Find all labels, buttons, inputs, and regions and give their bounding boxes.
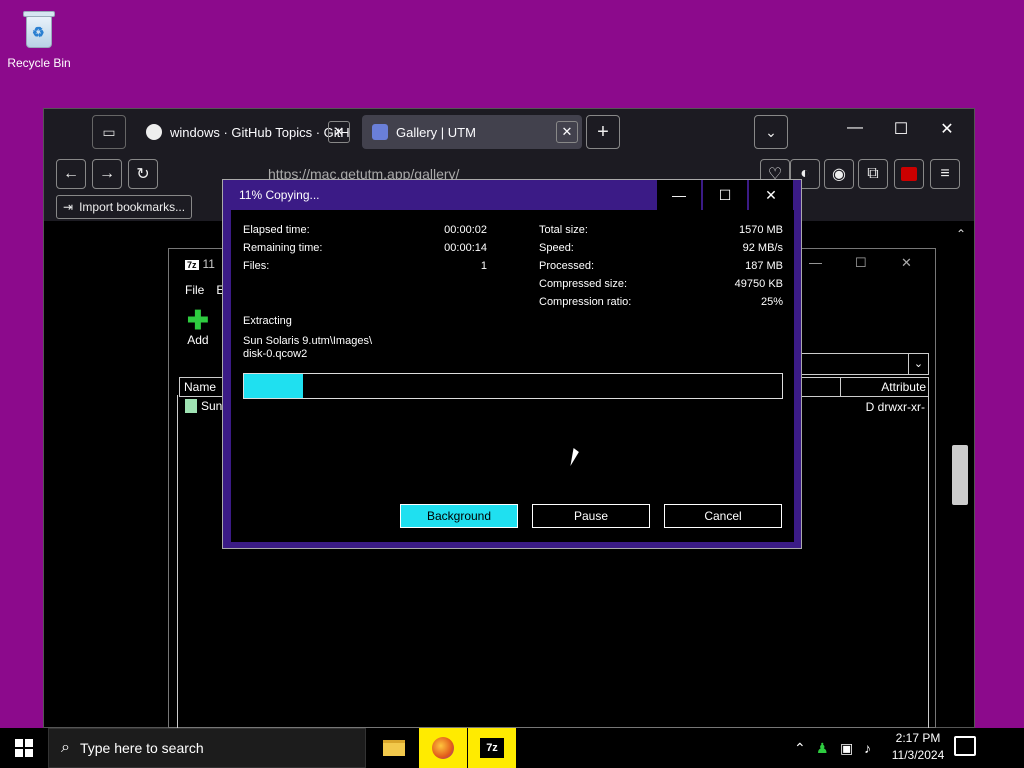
network-icon[interactable]: ▣ — [840, 740, 853, 757]
7zip-title: 7z 11 — [185, 257, 215, 271]
recycle-bin-label: Recycle Bin — [7, 56, 71, 70]
forward-button[interactable]: → — [92, 159, 122, 189]
taskbar-search[interactable]: ⌕ Type here to search — [48, 728, 366, 768]
progress-bar — [243, 373, 783, 399]
tab-github[interactable]: windows · GitHub Topics · GitH ✕ — [136, 115, 354, 149]
column-name[interactable]: Name — [184, 380, 216, 394]
item-attributes: D drwxr-xr- — [865, 400, 925, 414]
speed-value: 92 MB/s — [742, 242, 783, 254]
search-placeholder: Type here to search — [79, 740, 204, 756]
minimize-button[interactable]: — — [809, 255, 822, 270]
item-name: Sun — [201, 399, 223, 413]
system-clock[interactable]: 2:17 PM 11/3/2024 — [886, 730, 950, 764]
ublock-icon[interactable] — [894, 159, 924, 189]
file-explorer-taskbar-button[interactable] — [370, 728, 418, 768]
reload-button[interactable]: ↻ — [128, 159, 158, 189]
background-button[interactable]: Background — [400, 504, 518, 528]
firefox-taskbar-button[interactable] — [419, 728, 467, 768]
close-button[interactable]: ✕ — [749, 180, 793, 210]
recycle-bin[interactable]: ♻ Recycle Bin — [6, 8, 72, 70]
path-combobox[interactable]: ⌄ — [801, 353, 929, 375]
list-tabs-button[interactable]: ⌄ — [754, 115, 788, 149]
show-hidden-icons-icon[interactable]: ⌃ — [794, 740, 806, 757]
plus-icon: ✚ — [187, 305, 209, 335]
import-icon: ⇥ — [63, 200, 74, 214]
compression-ratio-label: Compression ratio: — [539, 296, 632, 308]
copy-progress-dialog: 11% Copying... — ☐ ✕ Elapsed time: 00:00… — [222, 179, 802, 549]
remaining-time-value: 00:00:14 — [444, 242, 487, 254]
elapsed-time-label: Elapsed time: — [243, 224, 310, 236]
windows-logo-icon — [15, 739, 33, 757]
tab-gallery-utm[interactable]: Gallery | UTM ✕ — [362, 115, 582, 149]
processed-value: 187 MB — [745, 260, 783, 272]
remaining-time-label: Remaining time: — [243, 242, 323, 254]
back-button[interactable]: ← — [56, 159, 86, 189]
menu-icon[interactable]: ≡ — [930, 159, 960, 189]
clock-time: 2:17 PM — [895, 731, 941, 745]
7zip-logo-icon: 7z — [185, 260, 199, 270]
files-label: Files: — [243, 260, 270, 272]
import-bookmarks-label: Import bookmarks... — [79, 200, 186, 214]
list-item[interactable]: Sun — [185, 399, 222, 413]
menu-file[interactable]: File — [185, 283, 204, 297]
volume-icon[interactable]: ♪ — [864, 740, 871, 756]
maximize-button[interactable]: ☐ — [855, 255, 867, 271]
add-label: Add — [187, 333, 209, 347]
7zip-icon: 7z — [480, 738, 504, 758]
elapsed-time-value: 00:00:02 — [444, 224, 487, 236]
close-button[interactable]: ✕ — [901, 255, 912, 271]
compressed-size-label: Compressed size: — [539, 278, 628, 290]
recycle-bin-icon: ♻ — [20, 8, 58, 50]
add-button[interactable]: ✚ Add — [187, 307, 209, 347]
pause-button[interactable]: Pause — [532, 504, 650, 528]
tab-overview-button[interactable]: ▭ — [92, 115, 126, 149]
folder-icon — [185, 399, 197, 413]
compression-ratio-value: 25% — [760, 296, 783, 308]
new-tab-button[interactable]: + — [586, 115, 620, 149]
import-bookmarks-button[interactable]: ⇥ Import bookmarks... — [56, 195, 192, 219]
processed-label: Processed: — [539, 260, 595, 272]
file-explorer-icon — [383, 740, 405, 756]
dialog-titlebar: 11% Copying... — ☐ ✕ — [223, 180, 801, 210]
scroll-up-icon[interactable]: ⌃ — [956, 227, 970, 241]
operation-label: Extracting — [243, 315, 292, 327]
extensions-icon[interactable]: ⧉ — [858, 159, 888, 189]
current-file-path: Sun Solaris 9.utm\Images\ — [243, 335, 373, 347]
close-icon[interactable]: ✕ — [556, 121, 578, 143]
minimize-button[interactable]: — — [840, 119, 870, 137]
cancel-button[interactable]: Cancel — [664, 504, 782, 528]
speed-label: Speed: — [539, 242, 574, 254]
firefox-icon — [432, 737, 454, 759]
maximize-button[interactable]: ☐ — [886, 119, 916, 139]
user-icon[interactable]: ♟ — [816, 740, 829, 757]
github-icon — [146, 124, 162, 140]
tab-title: Gallery | UTM — [396, 124, 476, 140]
files-value: 1 — [480, 260, 487, 272]
total-size-label: Total size: — [539, 224, 588, 236]
dialog-body: Elapsed time: 00:00:02 Remaining time: 0… — [231, 210, 794, 542]
compressed-size-value: 49750 KB — [734, 278, 783, 290]
tab-title: windows · GitHub Topics · GitH — [170, 124, 350, 140]
7zip-taskbar-button[interactable]: 7z — [468, 728, 516, 768]
progress-fill — [244, 374, 304, 398]
search-icon: ⌕ — [61, 739, 70, 756]
column-attributes[interactable]: Attribute — [881, 380, 926, 394]
current-file-name: disk-0.qcow2 — [243, 348, 308, 360]
clock-date: 11/3/2024 — [891, 748, 945, 762]
minimize-button[interactable]: — — [657, 180, 701, 210]
total-size-value: 1570 MB — [738, 224, 783, 236]
dialog-title: 11% Copying... — [239, 188, 320, 202]
close-icon[interactable]: ✕ — [328, 121, 350, 143]
account-icon[interactable]: ◉ — [824, 159, 854, 189]
start-button[interactable] — [0, 728, 48, 768]
notification-icon[interactable] — [954, 736, 976, 756]
utm-icon — [372, 124, 388, 140]
maximize-button[interactable]: ☐ — [703, 180, 747, 210]
7zip-title-text: 11 — [202, 257, 215, 271]
taskbar: ⌕ Type here to search 7z ⌃ ♟ ▣ ♪ 2:17 PM… — [0, 728, 1024, 768]
scrollbar-thumb[interactable] — [952, 445, 968, 505]
chevron-down-icon[interactable]: ⌄ — [908, 354, 928, 374]
close-button[interactable]: ✕ — [932, 119, 962, 139]
